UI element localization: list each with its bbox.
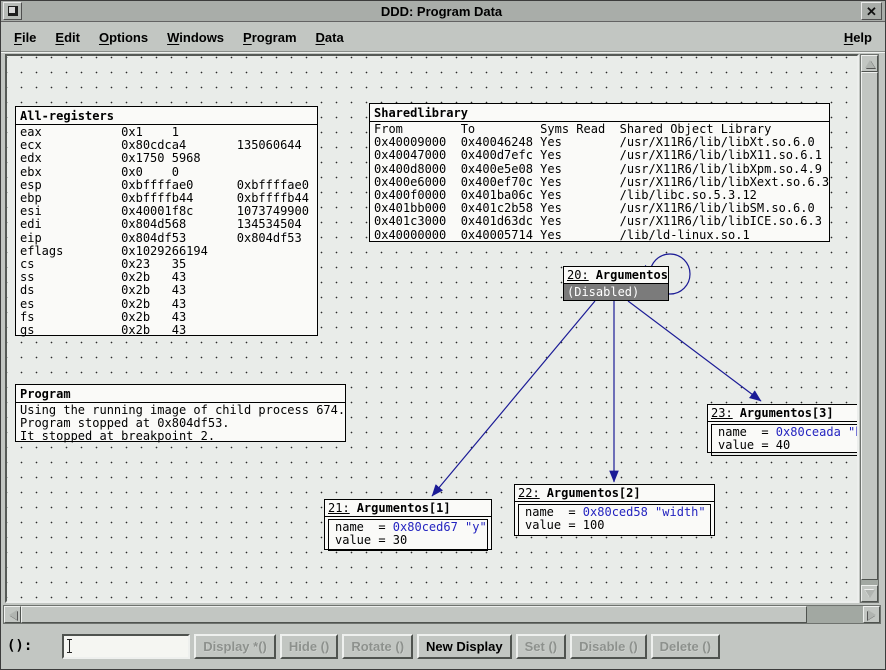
register-row: ebx 0x0 0 (20, 166, 317, 179)
vertical-scrollbar[interactable] (860, 54, 879, 603)
data-display-canvas[interactable]: All-registers eax 0x1 1ecx 0x80cdca4 135… (5, 54, 859, 603)
register-row: edi 0x804d568 134534504 (20, 218, 317, 231)
display-node-20-title[interactable]: 20: Argumentos (564, 267, 668, 284)
display-name: Argumentos[1] (357, 501, 451, 515)
register-row: es 0x2b 43 (20, 298, 317, 311)
down-arrow-icon (865, 590, 875, 598)
register-row: eip 0x804df53 0x804df53 (20, 232, 317, 245)
vertical-scroll-thumb[interactable] (861, 72, 878, 580)
program-lines: Using the running image of child process… (16, 403, 345, 444)
hide-button[interactable]: Hide () (280, 634, 338, 659)
rotate-button[interactable]: Rotate () (342, 634, 413, 659)
set-button[interactable]: Set () (516, 634, 567, 659)
left-arrow-icon (9, 610, 17, 620)
up-arrow-icon (865, 60, 875, 68)
member-value: 40 (776, 438, 790, 452)
scroll-down-button[interactable] (861, 585, 878, 602)
menubar: File Edit Options Windows Program Data H… (1, 23, 885, 52)
edge-20-23 (628, 301, 761, 401)
member-value-pointer[interactable]: 0x80ced67 "y" (393, 520, 487, 534)
display-node-22-title[interactable]: 22: Argumentos[2] (515, 485, 714, 502)
argument-input[interactable] (62, 634, 190, 659)
new-display-button[interactable]: New Display (417, 634, 512, 659)
scroll-up-button[interactable] (861, 55, 878, 72)
register-row: edx 0x1750 5968 (20, 152, 317, 165)
member-label: value = (718, 438, 776, 452)
all-registers-title: All-registers (16, 107, 317, 125)
register-row: gs 0x2b 43 (20, 324, 317, 337)
sharedlibrary-title: Sharedlibrary (370, 104, 829, 122)
sharedlibrary-row: 0x400d8000 0x400e5e08 Yes /usr/X11R6/lib… (374, 163, 829, 176)
display-node-21-members[interactable]: name = 0x80ced67 "y"value = 30 (328, 519, 488, 551)
program-status-line: It stopped at breakpoint 2. (20, 430, 345, 443)
display-node-21-title[interactable]: 21: Argumentos[1] (325, 500, 491, 517)
argument-toolbar: (): Display *() Hide () Rotate () New Di… (1, 628, 885, 664)
sharedlibrary-row: 0x40047000 0x400d7efc Yes /usr/X11R6/lib… (374, 149, 829, 162)
sharedlibrary-row: 0x40000000 0x40005714 Yes /lib/ld-linux.… (374, 229, 829, 242)
scroll-left-button[interactable] (4, 606, 21, 623)
sharedlibrary-row: 0x401c3000 0x401d63dc Yes /usr/X11R6/lib… (374, 215, 829, 228)
display-name: Argumentos[3] (740, 406, 834, 420)
horizontal-scrollbar[interactable] (3, 605, 881, 624)
sharedlibrary-rows: From To Syms Read Shared Object Library0… (370, 122, 829, 242)
member-label: name = (718, 425, 776, 439)
display-node-20-status: (Disabled) (564, 284, 668, 300)
delete-button[interactable]: Delete () (651, 634, 720, 659)
display-number-link[interactable]: 23: (711, 406, 733, 420)
member-label: value = (525, 518, 583, 532)
menu-file[interactable]: File (14, 30, 36, 45)
menu-windows[interactable]: Windows (167, 30, 224, 45)
member-value-pointer[interactable]: 0x80ceada "h (776, 425, 859, 439)
menu-help[interactable]: Help (844, 30, 872, 45)
member-label: name = (335, 520, 393, 534)
sharedlibrary-box[interactable]: Sharedlibrary From To Syms Read Shared O… (369, 103, 830, 242)
menu-options[interactable]: Options (99, 30, 148, 45)
member-value: 30 (393, 533, 407, 547)
program-box[interactable]: Program Using the running image of child… (15, 384, 346, 442)
display-node-23-members[interactable]: name = 0x80ceada "hvalue = 40 (711, 424, 859, 456)
program-title: Program (16, 385, 345, 403)
edge-20-21 (432, 301, 595, 496)
display-button[interactable]: Display *() (194, 634, 276, 659)
register-row: ds 0x2b 43 (20, 284, 317, 297)
titlebar[interactable]: DDD: Program Data ✕ (1, 1, 885, 22)
member-label: value = (335, 533, 393, 547)
display-number-link[interactable]: 21: (328, 501, 350, 515)
display-node-21[interactable]: 21: Argumentos[1] name = 0x80ced67 "y"val… (324, 499, 492, 550)
window-icon (8, 6, 18, 16)
member-value-pointer[interactable]: 0x80ced58 "width" (583, 505, 706, 519)
all-registers-box[interactable]: All-registers eax 0x1 1ecx 0x80cdca4 135… (15, 106, 318, 336)
disable-button[interactable]: Disable () (570, 634, 647, 659)
menu-program[interactable]: Program (243, 30, 296, 45)
ddd-program-data-window: DDD: Program Data ✕ File Edit Options Wi… (0, 0, 886, 670)
display-node-23[interactable]: 23: Argumentos[3] name = 0x80ceada "hvalu… (707, 404, 859, 453)
horizontal-scroll-thumb[interactable] (21, 606, 807, 623)
menu-edit[interactable]: Edit (55, 30, 80, 45)
window-menu-button[interactable] (3, 2, 22, 20)
display-node-23-title[interactable]: 23: Argumentos[3] (708, 405, 859, 422)
registers-rows: eax 0x1 1ecx 0x80cdca4 135060644edx 0x17… (16, 125, 317, 337)
close-button[interactable]: ✕ (861, 2, 882, 20)
display-node-22-members[interactable]: name = 0x80ced58 "width"value = 100 (518, 504, 711, 536)
display-name: Argumentos (596, 268, 668, 282)
display-node-20[interactable]: 20: Argumentos (Disabled) (563, 266, 669, 301)
member-label: name = (525, 505, 583, 519)
menu-data[interactable]: Data (316, 30, 344, 45)
display-node-22[interactable]: 22: Argumentos[2] name = 0x80ced58 "width… (514, 484, 715, 536)
window-title: DDD: Program Data (22, 4, 861, 19)
text-cursor (69, 639, 70, 653)
display-number-link[interactable]: 20: (567, 268, 589, 282)
display-name: Argumentos[2] (547, 486, 641, 500)
display-number-link[interactable]: 22: (518, 486, 540, 500)
right-arrow-icon (868, 610, 876, 620)
scroll-right-button[interactable] (863, 606, 880, 623)
member-value: 100 (583, 518, 605, 532)
argument-prompt: (): (7, 638, 32, 654)
